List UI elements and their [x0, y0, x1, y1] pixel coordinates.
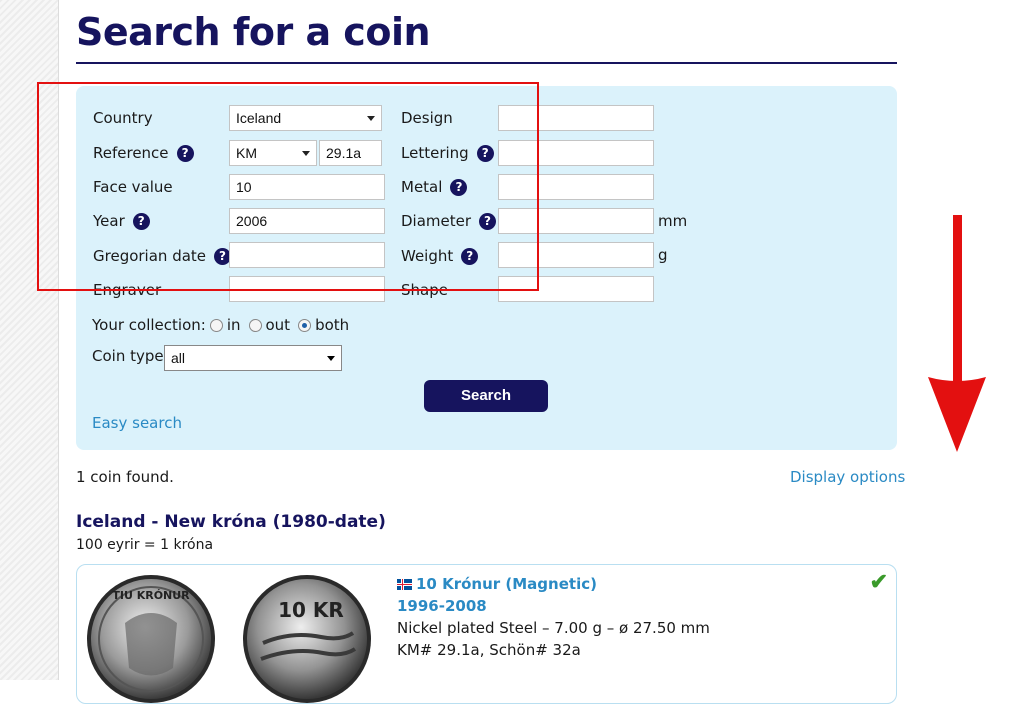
coin-obverse-image[interactable]: TIU KRÓNUR: [85, 573, 217, 705]
collection-filter: Your collection: in out both: [92, 315, 349, 335]
coin-group-subtitle: 100 eyrir = 1 króna: [76, 537, 214, 553]
collection-out-label: out: [265, 316, 291, 334]
page-title: Search for a coin: [76, 10, 431, 54]
coin-result-card[interactable]: TIU KRÓNUR 10 KR 10 Krónur (Magnetic) 19…: [76, 564, 897, 704]
collection-in-label: in: [226, 316, 241, 334]
collection-both-label: both: [315, 316, 350, 334]
weight-unit: g: [658, 246, 668, 264]
iceland-flag-icon: [397, 579, 412, 590]
owned-check-icon[interactable]: ✔: [870, 569, 888, 595]
coin-years: 1996-2008: [397, 597, 487, 615]
coin-type-value: all: [171, 350, 186, 366]
chevron-down-icon: [327, 356, 335, 361]
title-underline: [76, 62, 897, 64]
coin-name[interactable]: 10 Krónur (Magnetic): [397, 575, 597, 593]
coin-type-label-text: Coin type:: [92, 347, 169, 365]
coin-group-title: Iceland - New króna (1980-date): [76, 512, 386, 532]
collection-in-radio[interactable]: [209, 318, 223, 332]
results-count: 1 coin found.: [76, 468, 174, 486]
reverse-legend: 10 KR: [278, 598, 344, 622]
collection-out-radio[interactable]: [248, 318, 262, 332]
easy-search-link[interactable]: Easy search: [92, 414, 182, 432]
display-options-link[interactable]: Display options: [790, 468, 905, 486]
search-button[interactable]: Search: [424, 380, 548, 412]
highlight-box: [37, 82, 539, 291]
obverse-legend: TIU KRÓNUR: [112, 589, 190, 602]
scroll-down-arrow-icon: [928, 215, 986, 452]
coin-type-label: Coin type:: [92, 346, 169, 366]
diameter-unit: mm: [658, 212, 688, 230]
coin-type-select[interactable]: all: [164, 345, 342, 371]
coin-name-text[interactable]: 10 Krónur (Magnetic): [416, 575, 597, 593]
coin-specs: Nickel plated Steel – 7.00 g – ø 27.50 m…: [397, 619, 710, 637]
collection-both-radio[interactable]: [298, 318, 312, 332]
collection-label: Your collection:: [92, 316, 206, 334]
coin-references: KM# 29.1a, Schön# 32a: [397, 641, 581, 659]
coin-reverse-image[interactable]: 10 KR: [241, 573, 373, 705]
